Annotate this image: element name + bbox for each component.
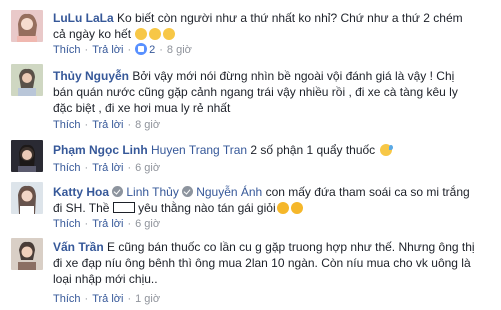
- avatar[interactable]: [11, 140, 43, 172]
- comment-text-cont: bán quán nước cũng gặp cảnh ngang trái v…: [53, 85, 458, 99]
- commenter-name[interactable]: Katty Hoa: [53, 185, 109, 199]
- comment-text: 2 số phận 1 quẩy thuốc: [250, 143, 376, 157]
- comment-text: E cũng bán thuốc co lần cu g gặp truong …: [107, 240, 475, 254]
- reply-link[interactable]: Trả lời: [92, 218, 123, 230]
- avatar[interactable]: [11, 182, 43, 214]
- comment-text: Bởi vậy mới nói đừng nhìn bề ngoài vội đ…: [132, 69, 455, 83]
- commenter-name[interactable]: Vấn Trần: [53, 240, 104, 254]
- verified-badge-icon: [112, 186, 124, 197]
- downcast-sweat-face-icon: [379, 144, 393, 156]
- comment-text: con mấy đứa tham soái ca so mi trắng: [265, 185, 470, 199]
- timestamp[interactable]: 1 giờ: [135, 293, 160, 305]
- timestamp[interactable]: 6 giờ: [135, 218, 160, 230]
- reply-link[interactable]: Trả lời: [92, 162, 123, 174]
- comment-actions: Thích · Trả lời · 6 giờ: [53, 218, 161, 230]
- tagged-user[interactable]: Huyen Trang Tran: [151, 143, 247, 157]
- like-link[interactable]: Thích: [53, 218, 81, 230]
- timestamp[interactable]: 6 giờ: [135, 162, 160, 174]
- comment-text-cont: cả ngày ko hết: [53, 27, 132, 41]
- avatar[interactable]: [11, 10, 43, 42]
- avatar[interactable]: [11, 238, 43, 270]
- avatar[interactable]: [11, 64, 43, 96]
- tagged-user[interactable]: Linh Thủy: [126, 185, 178, 199]
- tears-of-joy-icon: [276, 202, 289, 214]
- tears-of-joy-icon: [290, 202, 303, 214]
- comment-actions: Thích · Trả lời · 2 · 8 giờ: [53, 43, 192, 57]
- like-link[interactable]: Thích: [53, 119, 81, 131]
- like-count[interactable]: 2: [135, 43, 155, 57]
- reply-link[interactable]: Trả lời: [92, 44, 123, 56]
- reply-link[interactable]: Trả lời: [92, 119, 123, 131]
- commenter-name[interactable]: Thủy Nguyễn: [53, 69, 129, 83]
- comment-body: Phạm Ngọc Linh Huyen Trang Tran 2 số phậ…: [53, 142, 495, 158]
- confounded-face-icon: [135, 28, 148, 40]
- comment-text-cont: đi xe đạp níu ông bênh thì ông mua 2lan …: [53, 256, 471, 270]
- comment-text: Ko biết còn người như a thứ nhất ko nhỉ?…: [117, 11, 463, 25]
- commenter-name[interactable]: Phạm Ngọc Linh: [53, 143, 148, 157]
- comment-actions: Thích · Trả lời · 8 giờ: [53, 119, 161, 131]
- confounded-face-icon: [163, 28, 176, 40]
- like-thumb-icon: [135, 43, 148, 55]
- confounded-face-icon: [149, 28, 162, 40]
- comment-body: LuLu LaLa Ko biết còn người như a thứ nh…: [53, 10, 495, 42]
- like-link[interactable]: Thích: [53, 293, 81, 305]
- verified-badge-icon: [181, 186, 193, 197]
- reply-link[interactable]: Trả lời: [92, 293, 123, 305]
- comment-body: Vấn Trần E cũng bán thuốc co lần cu g gặ…: [53, 239, 495, 287]
- commenter-name[interactable]: LuLu LaLa: [53, 11, 114, 25]
- timestamp[interactable]: 8 giờ: [135, 119, 160, 131]
- comment-text-cont: đặc biệt , đi xe hơi mua ly rẻ nhất: [53, 101, 231, 115]
- timestamp[interactable]: 8 giờ: [167, 44, 192, 56]
- comment-actions: Thích · Trả lời · 1 giờ: [53, 293, 161, 305]
- comment-actions: Thích · Trả lời · 6 giờ: [53, 162, 161, 174]
- tagged-user[interactable]: Nguyễn Ánh: [196, 185, 262, 199]
- redacted-box: [112, 202, 135, 213]
- like-link[interactable]: Thích: [53, 162, 81, 174]
- comment-text-cont: yêu thằng nào tán gái giỏi: [138, 201, 276, 215]
- comment-body: Katty Hoa Linh Thủy Nguyễn Ánh con mấy đ…: [53, 184, 495, 216]
- comment-text-cont: đi SH. Thề: [53, 201, 110, 215]
- comment-text-cont: loại nhập mới chịu..: [53, 272, 158, 286]
- like-link[interactable]: Thích: [53, 44, 81, 56]
- comment-body: Thủy Nguyễn Bởi vậy mới nói đừng nhìn bề…: [53, 68, 495, 116]
